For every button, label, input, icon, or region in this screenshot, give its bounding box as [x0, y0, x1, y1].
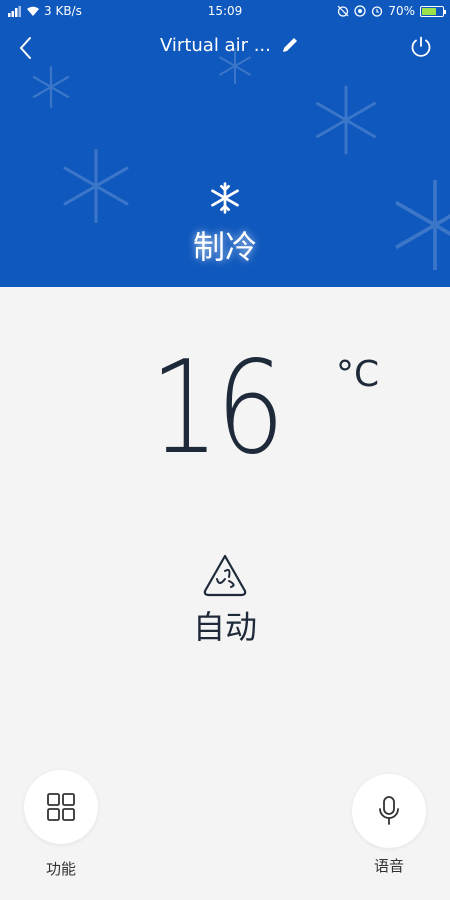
alarm-clock-icon	[372, 6, 383, 17]
power-icon	[411, 36, 431, 57]
chevron-left-icon	[19, 37, 31, 59]
power-button[interactable]	[406, 32, 436, 62]
alarm-off-icon	[337, 5, 349, 17]
snowflake-decoration-icon	[32, 66, 70, 108]
pencil-icon	[282, 38, 297, 52]
functions-label: 功能	[45, 860, 76, 878]
top-bar: Virtual air ...	[0, 30, 450, 66]
battery-percent: 70%	[388, 4, 415, 18]
status-bar: 3 KB/s 15:09 70%	[0, 0, 450, 24]
temperature-value: 16	[150, 334, 285, 483]
title-area: Virtual air ...	[160, 34, 301, 56]
status-right: 70%	[337, 4, 446, 18]
snowflake-decoration-icon	[315, 85, 377, 155]
mode-header-panel: 3 KB/s 15:09 70% Virtual air ... 制冷	[0, 0, 450, 287]
snowflake-icon	[211, 182, 239, 214]
fan-icon	[203, 554, 247, 597]
voice-button[interactable]	[352, 774, 426, 848]
functions-button[interactable]	[24, 770, 98, 844]
edit-name-button[interactable]	[279, 34, 301, 56]
battery-fill	[422, 7, 436, 15]
battery-icon	[420, 5, 446, 17]
microphone-icon	[379, 796, 399, 825]
location-icon	[354, 5, 366, 17]
temperature-unit: °C	[336, 354, 380, 395]
grid-icon	[47, 793, 75, 821]
mode-label: 制冷	[192, 228, 257, 266]
snowflake-decoration-icon	[63, 149, 129, 223]
voice-label: 语音	[373, 857, 404, 875]
fan-speed-label: 自动	[192, 608, 257, 646]
back-button[interactable]	[10, 32, 40, 64]
device-title: Virtual air ...	[160, 34, 271, 56]
